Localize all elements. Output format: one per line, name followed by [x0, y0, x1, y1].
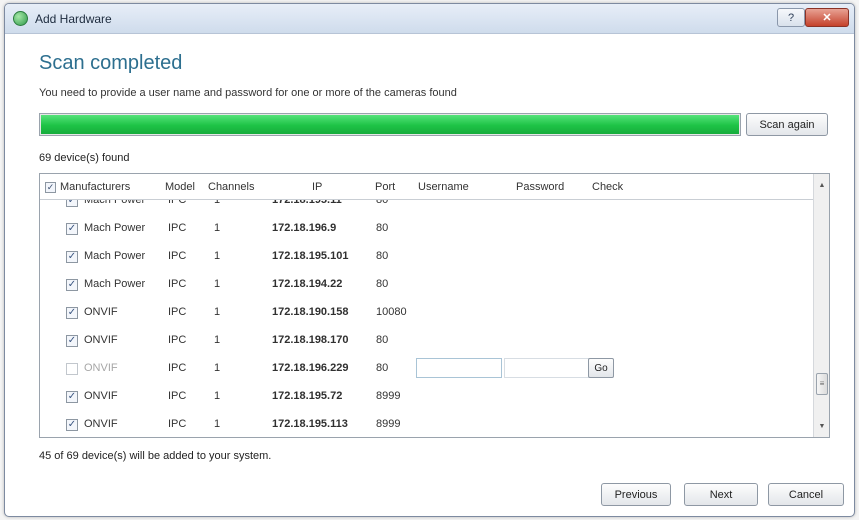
table-row[interactable]: ONVIF IPC 1 172.18.196.229 80 Go — [40, 355, 813, 383]
cell-port: 80 — [376, 278, 389, 290]
row-checkbox[interactable]: ✓ — [66, 251, 78, 263]
cell-ip: 172.18.195.72 — [272, 390, 343, 402]
column-password[interactable]: Password — [516, 181, 564, 193]
column-manufacturers[interactable]: Manufacturers — [60, 181, 130, 193]
cell-manufacturer: Mach Power — [84, 278, 146, 290]
device-table: ✓ Manufacturers Model Channels IP Port U… — [39, 173, 830, 438]
cell-manufacturer: Mach Power — [84, 222, 146, 234]
scroll-up-arrow-icon[interactable]: ▲ — [814, 178, 829, 194]
row-checkbox[interactable]: ✓ — [66, 223, 78, 235]
table-row[interactable]: ✓ ONVIF IPC 1 172.18.195.113 8999 — [40, 411, 813, 437]
cell-port: 80 — [376, 250, 389, 262]
scroll-down-arrow-icon[interactable]: ▼ — [814, 419, 829, 435]
add-hardware-dialog: Add Hardware ? ✕ Scan completed You need… — [4, 3, 855, 517]
cell-ip: 172.18.195.11 — [272, 200, 342, 206]
cell-channels: 1 — [214, 390, 221, 402]
cell-channels: 1 — [214, 250, 221, 262]
cell-port: 80 — [376, 200, 389, 206]
cell-model: IPC — [168, 278, 187, 290]
cell-ip: 172.18.196.229 — [272, 362, 349, 374]
table-row[interactable]: ✓ Mach Power IPC 1 172.18.194.22 80 — [40, 271, 813, 299]
row-checkbox[interactable]: ✓ — [66, 200, 78, 207]
cell-model: IPC — [168, 334, 187, 346]
cell-model: IPC — [168, 250, 187, 262]
cell-model: IPC — [168, 418, 187, 430]
table-scrollbar[interactable]: ▲ ≡ ▼ — [813, 174, 829, 437]
username-input[interactable] — [416, 358, 502, 378]
cell-model: IPC — [168, 390, 187, 402]
row-checkbox[interactable] — [66, 363, 78, 375]
cell-channels: 1 — [214, 362, 221, 374]
cell-manufacturer: Mach Power — [84, 200, 146, 206]
previous-button[interactable]: Previous — [601, 483, 671, 506]
cell-port: 10080 — [376, 306, 407, 318]
column-username[interactable]: Username — [418, 181, 469, 193]
close-button[interactable]: ✕ — [805, 8, 849, 27]
devices-found-text: 69 device(s) found — [39, 152, 130, 164]
column-ip[interactable]: IP — [312, 181, 322, 193]
scan-progress-fill — [41, 115, 739, 134]
scrollbar-thumb[interactable]: ≡ — [816, 373, 828, 395]
cell-manufacturer: ONVIF — [84, 390, 118, 402]
table-row[interactable]: ✓ Mach Power IPC 1 172.18.196.9 80 — [40, 215, 813, 243]
cell-ip: 172.18.190.158 — [272, 306, 349, 318]
cell-port: 8999 — [376, 390, 401, 402]
row-checkbox[interactable]: ✓ — [66, 307, 78, 319]
cell-manufacturer: ONVIF — [84, 362, 118, 374]
row-checkbox[interactable]: ✓ — [66, 419, 78, 431]
cell-model: IPC — [168, 362, 187, 374]
table-header: ✓ Manufacturers Model Channels IP Port U… — [40, 174, 813, 200]
cell-channels: 1 — [214, 222, 221, 234]
cell-ip: 172.18.198.170 — [272, 334, 349, 346]
table-row[interactable]: ✓ Mach Power IPC 1 172.18.195.101 80 — [40, 243, 813, 271]
cell-manufacturer: ONVIF — [84, 334, 118, 346]
select-all-checkbox[interactable]: ✓ — [45, 182, 56, 193]
cell-channels: 1 — [214, 200, 221, 206]
help-button[interactable]: ? — [777, 8, 805, 27]
page-heading: Scan completed — [39, 52, 183, 74]
cell-ip: 172.18.195.113 — [272, 418, 348, 430]
column-model[interactable]: Model — [165, 181, 195, 193]
title-bar: Add Hardware ? ✕ — [5, 4, 854, 34]
table-row[interactable]: ✓ ONVIF IPC 1 172.18.190.158 10080 — [40, 299, 813, 327]
row-checkbox[interactable]: ✓ — [66, 335, 78, 347]
window-title: Add Hardware — [35, 12, 112, 26]
cell-channels: 1 — [214, 334, 221, 346]
table-body: ✓ Mach Power IPC 1 172.18.195.11 80 ✓ Mach Powe… — [40, 200, 813, 437]
instruction-text: You need to provide a user name and pass… — [39, 87, 457, 99]
cell-channels: 1 — [214, 278, 221, 290]
cell-ip: 172.18.194.22 — [272, 278, 343, 290]
cell-model: IPC — [168, 306, 187, 318]
column-port[interactable]: Port — [375, 181, 395, 193]
cell-manufacturer: Mach Power — [84, 250, 146, 262]
cell-channels: 1 — [214, 306, 221, 318]
cell-model: IPC — [168, 222, 187, 234]
app-icon — [13, 11, 28, 26]
devices-added-summary: 45 of 69 device(s) will be added to your… — [39, 450, 272, 462]
table-row[interactable]: ✓ ONVIF IPC 1 172.18.195.72 8999 — [40, 383, 813, 411]
cell-port: 8999 — [376, 418, 401, 430]
row-checkbox[interactable]: ✓ — [66, 391, 78, 403]
cell-manufacturer: ONVIF — [84, 306, 118, 318]
cell-ip: 172.18.195.101 — [272, 250, 349, 262]
column-channels[interactable]: Channels — [208, 181, 254, 193]
column-check[interactable]: Check — [592, 181, 623, 193]
table-row[interactable]: ✓ ONVIF IPC 1 172.18.198.170 80 — [40, 327, 813, 355]
scan-again-button[interactable]: Scan again — [746, 113, 828, 136]
row-checkbox[interactable]: ✓ — [66, 279, 78, 291]
check-go-button[interactable]: Go — [588, 358, 614, 378]
cell-channels: 1 — [214, 418, 221, 430]
table-row[interactable]: ✓ Mach Power IPC 1 172.18.195.11 80 — [40, 200, 813, 215]
cell-model: IPC — [168, 200, 187, 206]
cell-manufacturer: ONVIF — [84, 418, 118, 430]
cancel-button[interactable]: Cancel — [768, 483, 844, 506]
password-input[interactable] — [504, 358, 590, 378]
scan-progress-bar — [39, 113, 741, 136]
cell-port: 80 — [376, 334, 389, 346]
cell-ip: 172.18.196.9 — [272, 222, 337, 234]
next-button[interactable]: Next — [684, 483, 758, 506]
cell-port: 80 — [376, 362, 389, 374]
cell-port: 80 — [376, 222, 389, 234]
